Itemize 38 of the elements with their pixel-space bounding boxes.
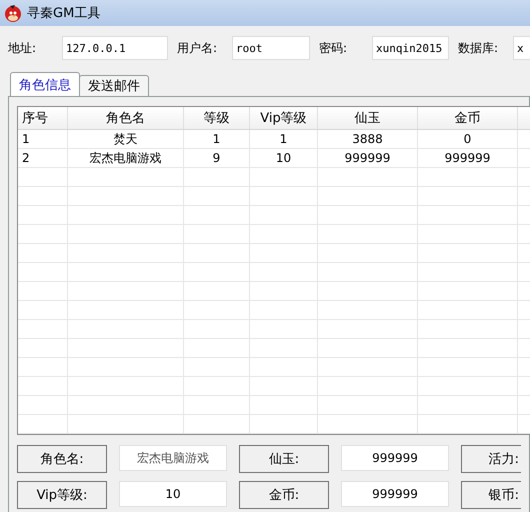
table-cell: 焚天 (68, 130, 184, 148)
column-header[interactable]: Vip等级 (250, 107, 318, 129)
table-cell: 1 (250, 130, 318, 148)
column-header[interactable]: 仙玉 (318, 107, 418, 129)
field-label-button[interactable]: 银币: (461, 481, 521, 509)
field-label-button[interactable]: 活力: (461, 445, 521, 473)
field-label: 地址: (8, 40, 38, 56)
field-label-button[interactable]: 仙玉: (239, 445, 329, 473)
window-title: 寻秦GM工具 (27, 5, 100, 22)
field-label: 用户名: (177, 40, 218, 56)
table-cell: 2 (18, 149, 68, 167)
column-header[interactable]: 等级 (184, 107, 250, 129)
table-cell: 0 (418, 130, 518, 148)
field-label: 密码: (319, 40, 348, 56)
table-cell: 999999 (318, 149, 418, 167)
input-field[interactable]: root (232, 36, 310, 60)
input-field[interactable]: 999999 (341, 445, 449, 471)
input-field[interactable]: x (513, 36, 530, 60)
input-field[interactable]: xunqin2015 (372, 36, 449, 60)
table-cell: 10 (250, 149, 318, 167)
tab[interactable]: 发送邮件 (79, 75, 149, 96)
bird-icon (3, 3, 23, 23)
table-cell: 宏杰电脑游戏 (68, 149, 184, 167)
table-cell: 9 (184, 149, 250, 167)
table-cell: 999999 (418, 149, 518, 167)
input-field[interactable]: 10 (119, 481, 227, 507)
column-header[interactable]: 角色名 (68, 107, 184, 129)
table-cell: 1 (18, 130, 68, 148)
input-field[interactable]: 999999 (341, 481, 449, 507)
field-label: 数据库: (458, 40, 500, 56)
field-label-button[interactable]: Vip等级: (17, 481, 107, 509)
column-header[interactable]: 序号 (18, 107, 68, 129)
field-label-button[interactable]: 金币: (239, 481, 329, 509)
input-field[interactable]: 127.0.0.1 (62, 36, 168, 60)
column-header[interactable]: 金币 (418, 107, 518, 129)
table-cell: 3888 (318, 130, 418, 148)
tab[interactable]: 角色信息 (10, 72, 80, 96)
table-cell: 1 (184, 130, 250, 148)
